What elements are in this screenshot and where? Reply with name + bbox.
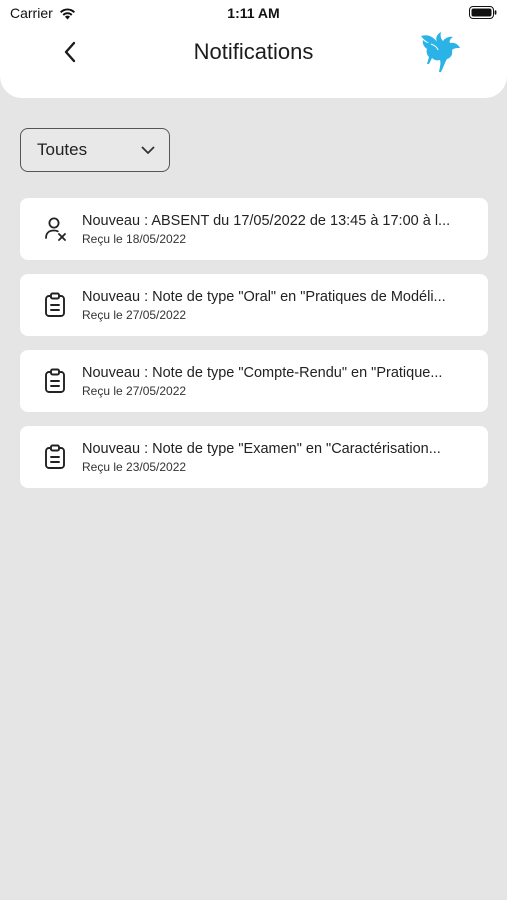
notification-date: Reçu le 23/05/2022 xyxy=(82,460,187,474)
notification-list: Nouveau : ABSENT du 17/05/2022 de 13:45 … xyxy=(20,198,488,502)
notification-text: Nouveau : ABSENT du 17/05/2022 de 13:45 … xyxy=(82,212,472,247)
notification-text: Nouveau : Note de type "Oral" en "Pratiq… xyxy=(82,288,472,323)
status-time: 1:11 AM xyxy=(227,5,280,21)
notification-item[interactable]: Nouveau : Note de type "Compte-Rendu" en… xyxy=(20,350,488,412)
screen: Carrier 1:11 AM Notifications Toutes Nou… xyxy=(0,0,507,900)
notification-title: Nouveau : Note de type "Examen" en "Cara… xyxy=(82,441,441,457)
header-bar: Notifications xyxy=(0,26,507,98)
filter-dropdown[interactable]: Toutes xyxy=(20,128,170,172)
chevron-down-icon xyxy=(141,146,155,154)
clipboard-icon xyxy=(42,368,68,394)
notification-item[interactable]: Nouveau : Note de type "Examen" en "Cara… xyxy=(20,426,488,488)
notification-item[interactable]: Nouveau : ABSENT du 17/05/2022 de 13:45 … xyxy=(20,198,488,260)
notification-title: Nouveau : Note de type "Oral" en "Pratiq… xyxy=(82,289,446,305)
user-absent-icon xyxy=(42,216,68,242)
notification-item[interactable]: Nouveau : Note de type "Oral" en "Pratiq… xyxy=(20,274,488,336)
status-bar: Carrier 1:11 AM xyxy=(0,0,507,26)
clipboard-icon xyxy=(42,444,68,470)
notification-title: Nouveau : Note de type "Compte-Rendu" en… xyxy=(82,365,443,381)
notification-text: Nouveau : Note de type "Compte-Rendu" en… xyxy=(82,364,472,399)
clipboard-icon xyxy=(42,292,68,318)
notification-text: Nouveau : Note de type "Examen" en "Cara… xyxy=(82,440,472,475)
notification-date: Reçu le 18/05/2022 xyxy=(82,232,187,246)
pegasus-logo-icon xyxy=(421,32,460,72)
filter-selected-value: Toutes xyxy=(37,140,88,159)
battery-icon xyxy=(469,6,497,19)
notification-title: Nouveau : ABSENT du 17/05/2022 de 13:45 … xyxy=(82,213,451,229)
notification-date: Reçu le 27/05/2022 xyxy=(82,384,187,398)
notification-date: Reçu le 27/05/2022 xyxy=(82,308,187,322)
